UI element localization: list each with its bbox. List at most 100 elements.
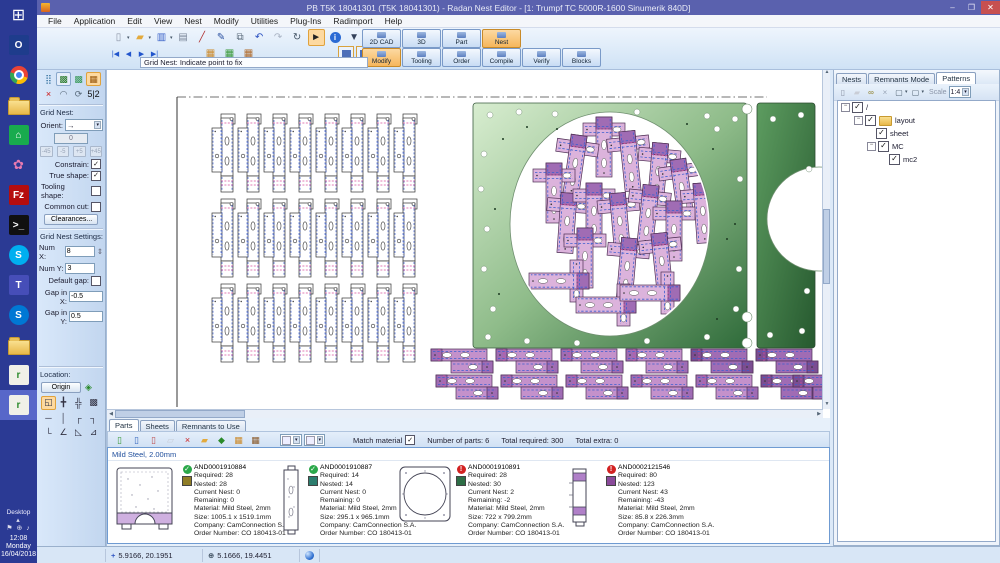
expander-icon[interactable]: −	[841, 103, 850, 112]
part-thumbnail[interactable]	[114, 465, 176, 537]
taskbar-item-filezilla[interactable]: Fz	[0, 180, 37, 210]
part-card[interactable]: AND0002121546Required: 80Nested: 123Curr…	[618, 464, 730, 539]
nested-part-cluster[interactable]	[696, 375, 758, 399]
constrain-checkbox[interactable]: ✓	[91, 159, 101, 169]
tree-checkbox[interactable]: ✓	[876, 128, 887, 139]
dropdown-caret-icon[interactable]: ▾	[149, 35, 152, 41]
mode-order[interactable]: Order	[442, 48, 481, 67]
taskbar-item-skype-business[interactable]: S	[0, 300, 37, 330]
tab-patterns[interactable]: Patterns	[936, 72, 976, 84]
taskbar-item-radan-project[interactable]: r	[0, 360, 37, 390]
angle-p45-button[interactable]: +45	[90, 146, 103, 157]
taskbar-clock[interactable]: 12:08 Monday 16/04/2018	[1, 535, 36, 559]
loc-grid-half-icon[interactable]: ╬	[71, 396, 86, 410]
mode-compile[interactable]: Compile	[482, 48, 521, 67]
item-info-icon[interactable]: i	[327, 29, 344, 46]
tree-checkbox[interactable]: ✓	[878, 141, 889, 152]
hscroll-thumb[interactable]	[115, 410, 245, 418]
lasso-icon[interactable]: ◠	[56, 87, 71, 101]
nested-part-cluster[interactable]	[756, 349, 818, 373]
taskbar-item-skype[interactable]: S	[0, 240, 37, 270]
taskbar-item-store[interactable]: ⌂	[0, 120, 37, 150]
taskbar-item-radan[interactable]: r	[0, 390, 37, 420]
taskbar-item-file-explorer[interactable]	[0, 90, 37, 120]
commoncut-checkbox[interactable]	[91, 202, 101, 212]
first-nest-icon[interactable]: |◀	[109, 50, 122, 58]
vertical-scrollbar[interactable]: ▲ ▼	[822, 69, 830, 409]
refresh-parts-icon[interactable]: ◆	[214, 433, 229, 448]
sort-mode-select[interactable]: ▾	[304, 434, 326, 446]
nest-drawing[interactable]	[107, 69, 823, 409]
origin-button[interactable]: Origin	[41, 382, 81, 393]
desktop-label[interactable]: Desktop	[7, 509, 31, 516]
loc-edge-h-icon[interactable]: ─	[41, 411, 56, 425]
menu-plugins[interactable]: Plug-Ins	[284, 16, 327, 26]
part-thumbnail[interactable]	[398, 465, 452, 525]
nested-part-cluster[interactable]	[496, 349, 558, 373]
part-properties-icon[interactable]: ▯	[146, 433, 161, 448]
remove-part-icon[interactable]: ×	[180, 433, 195, 448]
taskbar-item-folder[interactable]	[0, 330, 37, 360]
rotate-part-icon[interactable]: ⟳	[71, 87, 86, 101]
angle-input[interactable]	[54, 133, 88, 144]
nested-part-cluster[interactable]	[436, 375, 498, 399]
nested-part-cluster[interactable]	[431, 349, 493, 373]
mode-2dcad[interactable]: 2D CAD	[362, 29, 401, 48]
menu-nest[interactable]: Nest	[178, 16, 207, 26]
block-nest-icon[interactable]: ▩	[56, 72, 71, 86]
print-icon[interactable]: ▤	[175, 29, 192, 46]
draw-line-icon[interactable]: ╱	[194, 29, 211, 46]
expander-icon[interactable]: −	[867, 142, 876, 151]
chevron-down-icon[interactable]: ▾	[962, 88, 969, 96]
angle-m5-button[interactable]: -5	[57, 146, 70, 157]
tree-checkbox[interactable]: ✓	[865, 115, 876, 126]
chevron-down-icon[interactable]: ▾	[94, 121, 101, 129]
tree-checkbox[interactable]: ✓	[852, 102, 863, 113]
loc-corner-bl-icon[interactable]: └	[41, 426, 56, 440]
close-button[interactable]: ✕	[981, 1, 1000, 14]
load-part-icon[interactable]: ▯	[129, 433, 144, 448]
open-icon[interactable]: ▰	[132, 29, 149, 46]
part-thumbnail[interactable]	[278, 465, 304, 537]
nested-part-cluster[interactable]	[631, 375, 693, 399]
toolingshape-checkbox[interactable]	[91, 186, 101, 196]
clearances-button[interactable]: Clearances...	[44, 214, 98, 225]
grid-nest-icon[interactable]: ▦	[86, 72, 101, 86]
tree-item-root[interactable]: −✓/	[838, 101, 995, 114]
array-nest-icon[interactable]: ⣿	[41, 72, 56, 86]
tray-icons[interactable]: ⚑ ⊕ ♪	[6, 524, 31, 532]
nest-svg[interactable]	[107, 69, 823, 409]
find-pattern-icon[interactable]: ∞	[864, 85, 878, 99]
tree-item-mc2[interactable]: ✓mc2	[838, 153, 995, 166]
select-arrow-icon[interactable]: ►	[308, 29, 325, 46]
grid-nest-parts[interactable]	[212, 114, 417, 362]
loc-edge-v-icon[interactable]: │	[56, 411, 71, 425]
menu-file[interactable]: File	[42, 16, 68, 26]
part-thumbnail[interactable]	[563, 465, 593, 531]
sheet-remnant-2[interactable]	[757, 103, 823, 348]
default-gap-checkbox[interactable]	[91, 276, 101, 286]
loc-corner-tr-icon[interactable]: ┐	[86, 411, 101, 425]
bottom-nested-parts[interactable]	[431, 349, 823, 399]
loc-angle-icon[interactable]: ∠	[56, 426, 71, 440]
transform-icon[interactable]: ⧉	[232, 29, 249, 46]
gap-x-input[interactable]	[69, 291, 103, 302]
loc-tri-r-icon[interactable]: ⊿	[86, 426, 101, 440]
angle-p5-button[interactable]: +5	[73, 146, 86, 157]
nested-part-cluster[interactable]	[561, 349, 623, 373]
chevron-down-icon[interactable]: ▾	[317, 436, 324, 444]
num-x-input[interactable]	[65, 246, 95, 257]
trueshape-checkbox[interactable]: ✓	[91, 171, 101, 181]
undo-icon[interactable]: ↶	[251, 29, 268, 46]
mode-tooling[interactable]: Tooling	[402, 48, 441, 67]
menu-utilities[interactable]: Utilities	[245, 16, 284, 26]
nested-part-cluster[interactable]	[691, 349, 753, 373]
folder-up-icon[interactable]: ▱	[163, 433, 178, 448]
minimize-button[interactable]: –	[943, 1, 962, 14]
orient-select[interactable]: → ▾	[65, 119, 103, 131]
edit-quantities-icon[interactable]: ▦	[248, 433, 263, 448]
horizontal-scrollbar[interactable]: ◀ ▶	[107, 409, 823, 418]
delete-pattern-icon[interactable]: ×	[878, 85, 892, 99]
ratio-icon[interactable]: 5|2	[86, 87, 101, 101]
pattern-view-b-icon[interactable]: ▢	[909, 85, 923, 99]
